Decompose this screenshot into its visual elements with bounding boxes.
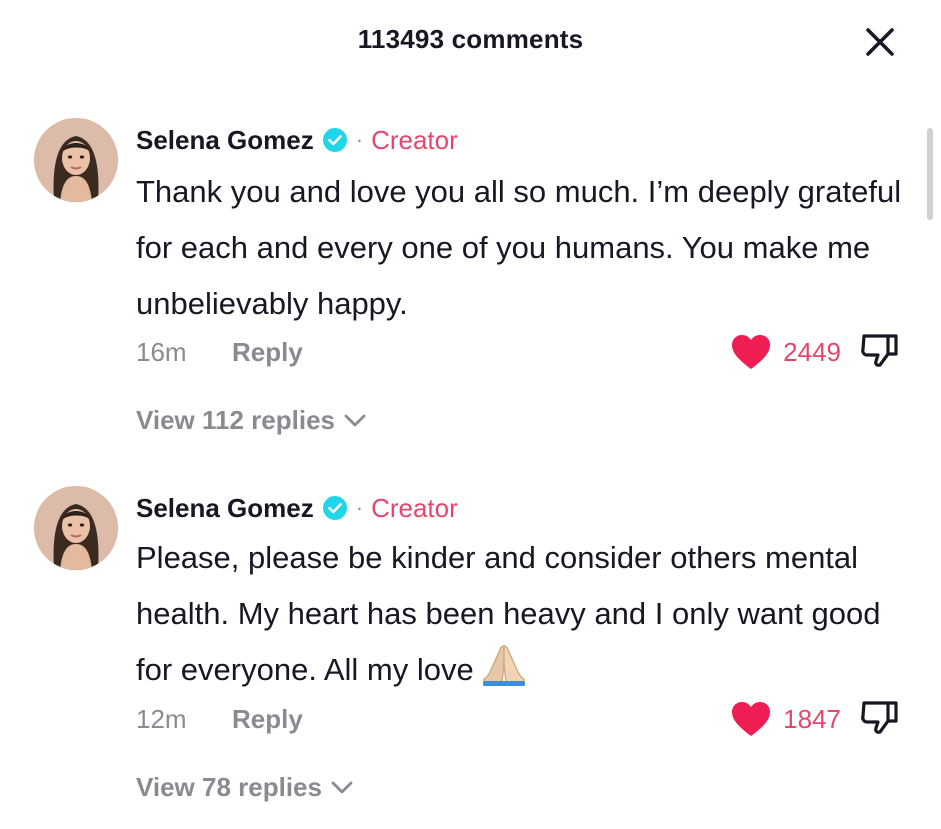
reply-button[interactable]: Reply [232, 337, 303, 368]
view-replies-label: View 78 replies [136, 771, 322, 802]
comments-count-title: 113493 comments [357, 24, 584, 54]
heart-icon[interactable] [729, 332, 773, 372]
comment-text: Thank you and love you all so much. I’m … [136, 164, 916, 332]
reply-button[interactable]: Reply [232, 704, 303, 735]
like-group: 2449 [729, 332, 841, 372]
thumbs-down-icon [861, 334, 898, 367]
comment-text: Please, please be kinder and consider ot… [136, 530, 916, 698]
heart-icon[interactable] [729, 699, 773, 739]
comment-meta: 12m Reply [136, 699, 303, 739]
scrollbar[interactable] [927, 128, 933, 220]
comment-text-content: Thank you and love you all so much. I’m … [136, 174, 902, 321]
dislike-button[interactable] [858, 698, 904, 738]
close-button[interactable] [860, 22, 900, 62]
view-replies-button[interactable]: View 78 replies [136, 767, 354, 807]
thumbs-down-icon [861, 701, 898, 734]
comment-time: 16m [136, 336, 187, 367]
comment-author-row: Selena Gomez · Creator [136, 490, 458, 526]
avatar[interactable] [34, 118, 118, 202]
comment-time: 12m [136, 703, 187, 734]
author-name[interactable]: Selena Gomez [136, 493, 314, 524]
like-count: 1847 [783, 703, 841, 734]
chevron-down-icon [331, 781, 353, 794]
separator-dot: · [355, 127, 364, 152]
separator-dot: · [355, 495, 364, 520]
close-icon [866, 28, 894, 56]
dislike-button[interactable] [858, 331, 904, 371]
creator-badge: Creator [371, 492, 458, 523]
verified-badge-icon [322, 496, 347, 520]
creator-badge: Creator [371, 124, 458, 155]
avatar-image [34, 118, 118, 202]
avatar-image [34, 486, 118, 570]
comments-panel: 113493 comments Selena Gomez · Creator T… [0, 0, 941, 829]
comment-meta: 16m Reply [136, 332, 303, 372]
view-replies-label: View 112 replies [136, 404, 335, 435]
verified-badge-icon [322, 128, 347, 152]
author-name[interactable]: Selena Gomez [136, 125, 314, 156]
view-replies-button[interactable]: View 112 replies [136, 400, 367, 440]
avatar[interactable] [34, 486, 118, 570]
chevron-down-icon [344, 414, 366, 427]
comments-header: 113493 comments [0, 0, 941, 80]
folded-hands-emoji-icon [482, 645, 525, 686]
like-group: 1847 [729, 699, 841, 739]
like-count: 2449 [783, 336, 841, 367]
comment-author-row: Selena Gomez · Creator [136, 122, 458, 158]
